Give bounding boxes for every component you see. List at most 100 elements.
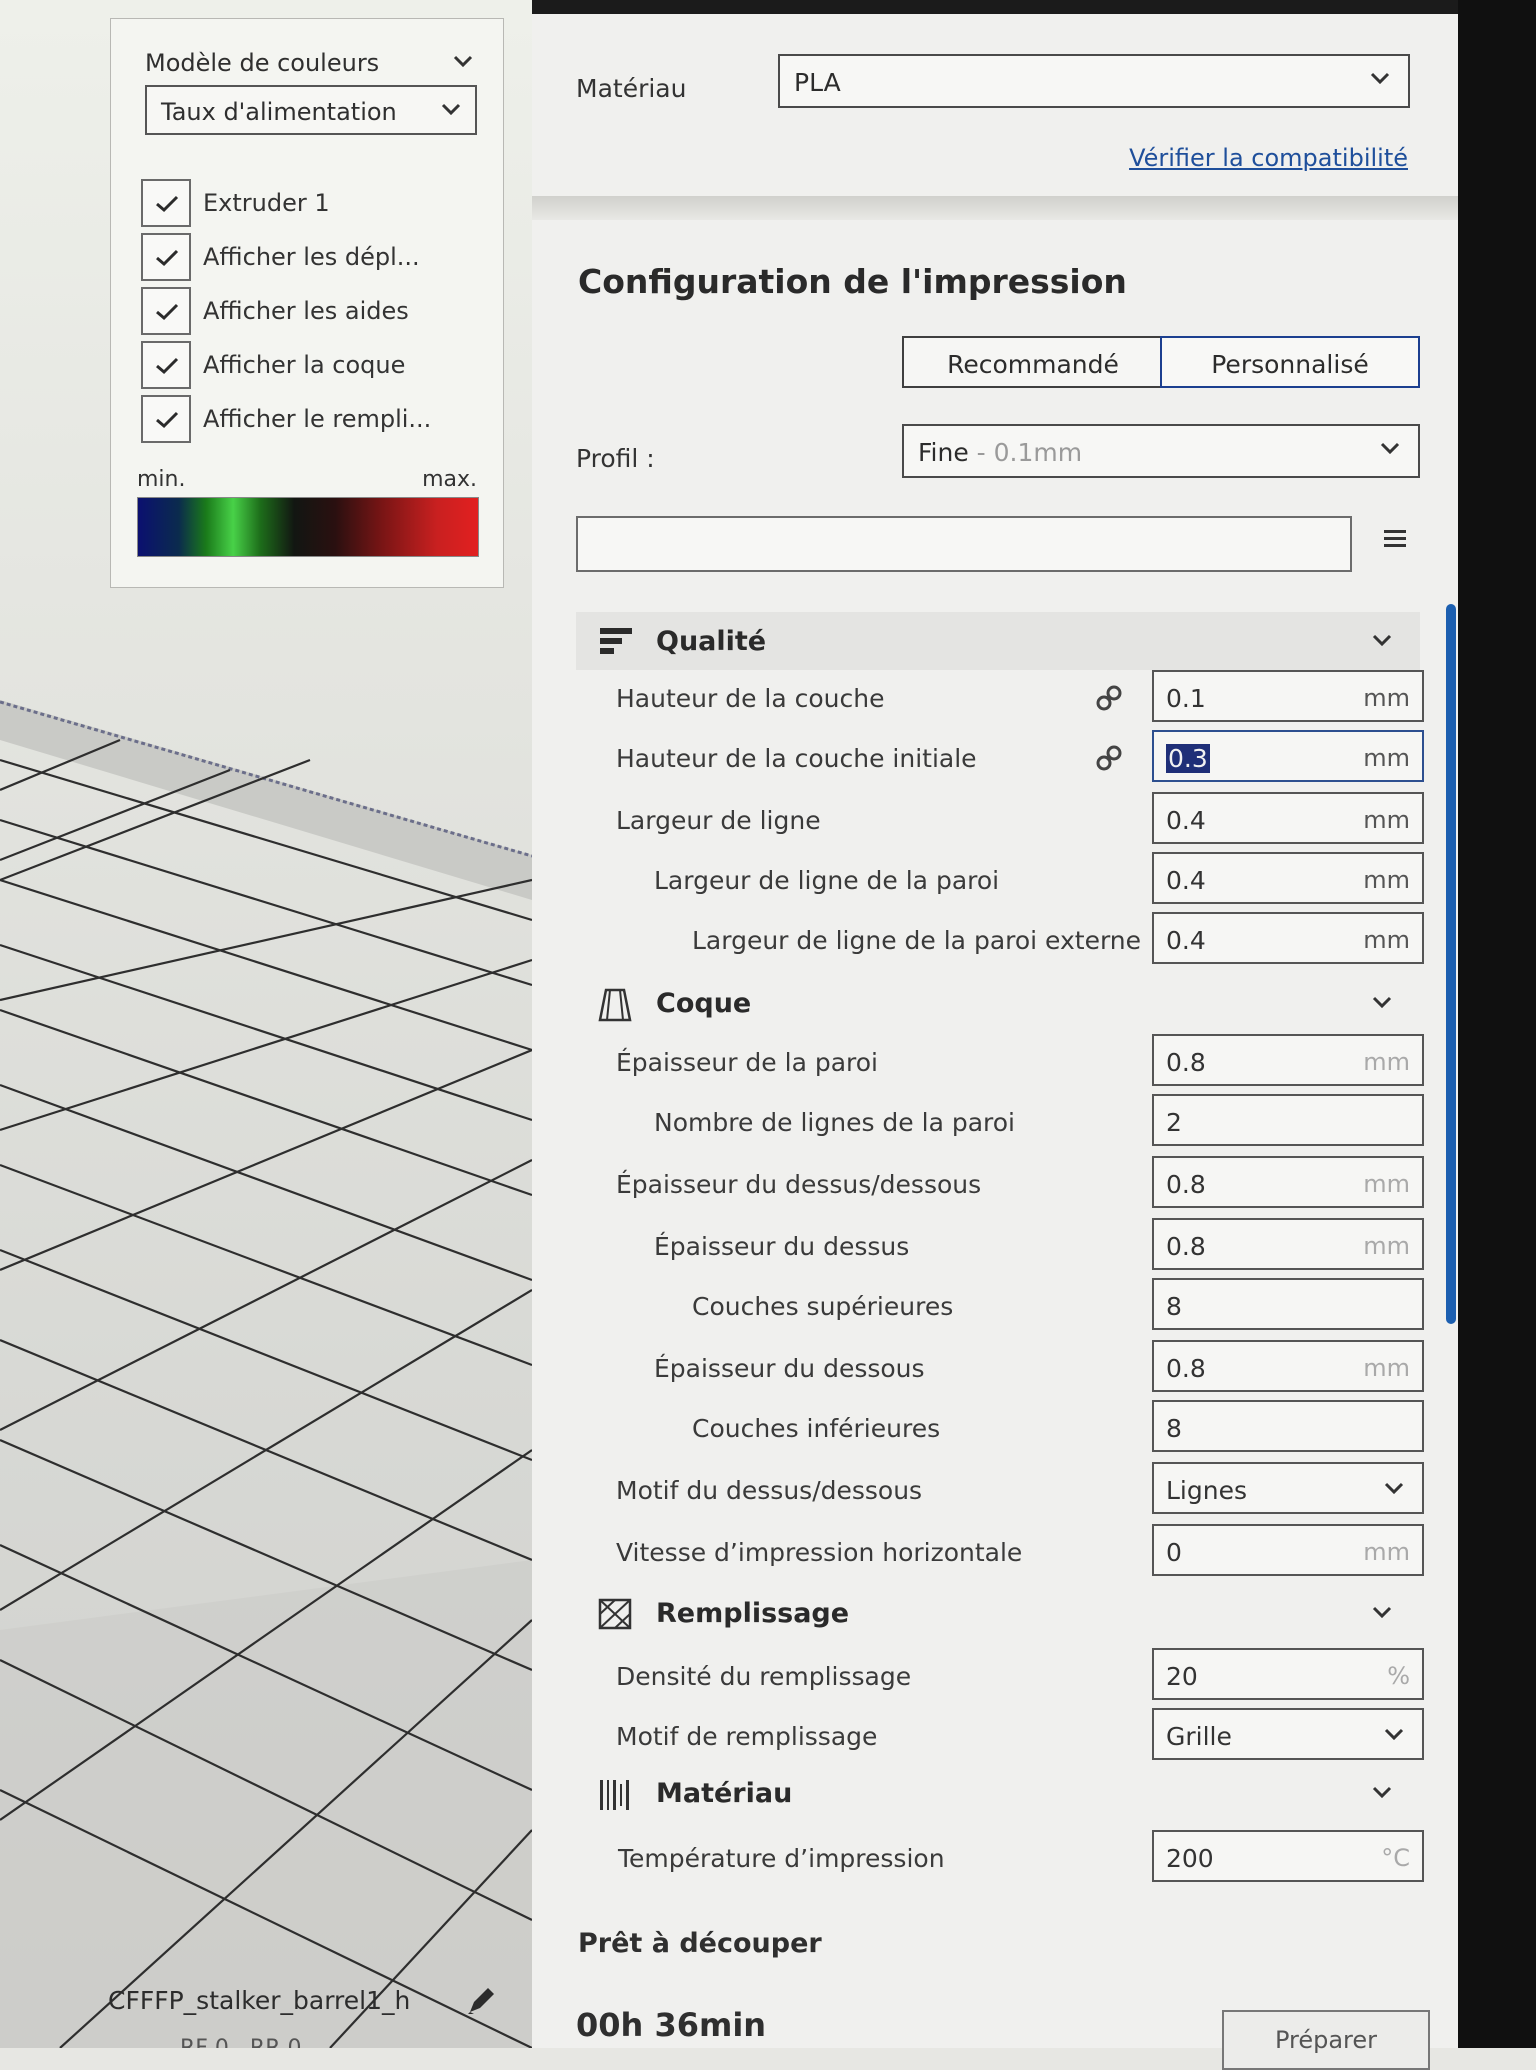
checkbox-show-shell[interactable]: Afficher la coque	[141, 341, 519, 389]
chevron-down-icon	[1372, 1606, 1392, 1618]
tab-label: Personnalisé	[1211, 350, 1369, 379]
setting-label: Motif de remplissage	[616, 1722, 878, 1751]
checkbox-box[interactable]	[141, 395, 191, 443]
section-infill[interactable]: Remplissage	[576, 1584, 1420, 1642]
plate-shade	[0, 1560, 532, 2048]
field-value: Grille	[1166, 1722, 1232, 1751]
bottom-layers-input[interactable]: 8	[1152, 1400, 1424, 1452]
top-layers-input[interactable]: 8	[1152, 1278, 1424, 1330]
checkmark-icon	[156, 411, 179, 429]
material-select[interactable]: PLA	[778, 54, 1410, 108]
line-width-input[interactable]: 0.4 mm	[1152, 792, 1424, 844]
chevron-down-icon	[441, 103, 461, 115]
checkbox-label: Afficher les dépl...	[203, 243, 420, 271]
infill-density-input[interactable]: 20 %	[1152, 1648, 1424, 1700]
chevron-down-icon	[1370, 72, 1390, 84]
checkbox-label: Afficher les aides	[203, 297, 409, 325]
profile-name: Fine	[918, 438, 969, 467]
setting-top-bottom-pattern: Motif du dessus/dessous Lignes	[532, 1462, 1458, 1518]
checkbox-extruder-1[interactable]: Extruder 1	[141, 179, 519, 227]
tab-recommended[interactable]: Recommandé	[902, 336, 1164, 388]
field-value: 0.8	[1166, 1354, 1206, 1383]
field-unit: mm	[1363, 744, 1410, 772]
prepare-button[interactable]: Préparer	[1222, 2010, 1430, 2070]
setting-label: Épaisseur du dessous	[654, 1354, 925, 1383]
menu-icon[interactable]	[1384, 528, 1406, 550]
3d-viewport[interactable]: Modèle de couleurs Taux d'alimentation E…	[0, 0, 532, 2048]
checkbox-box[interactable]	[141, 233, 191, 281]
checkbox-show-infill[interactable]: Afficher le rempli...	[141, 395, 519, 443]
chevron-down-icon[interactable]	[453, 55, 473, 67]
setting-wall-line-width: Largeur de ligne de la paroi 0.4 mm	[532, 852, 1458, 908]
check-compatibility-link[interactable]: Vérifier la compatibilité	[1129, 144, 1408, 172]
field-value: 2	[1166, 1108, 1182, 1137]
plate-rim	[0, 700, 532, 900]
setting-wall-thickness: Épaisseur de la paroi 0.8 mm	[532, 1034, 1458, 1090]
checkbox-box[interactable]	[141, 341, 191, 389]
settings-scrollbar[interactable]	[1446, 604, 1456, 1324]
wall-line-count-input[interactable]: 2	[1152, 1094, 1424, 1146]
section-divider	[532, 196, 1458, 220]
prepare-button-label: Préparer	[1274, 2026, 1378, 2054]
section-title: Remplissage	[656, 1598, 850, 1629]
checkbox-show-travels[interactable]: Afficher les dépl...	[141, 233, 519, 281]
checkmark-icon	[156, 249, 179, 267]
layer-height-input[interactable]: 0.1 mm	[1152, 670, 1424, 722]
field-value: 0.4	[1166, 926, 1206, 955]
slice-status: Prêt à découper	[578, 1928, 822, 1959]
setting-label: Épaisseur du dessus	[654, 1232, 910, 1261]
checkbox-box[interactable]	[141, 287, 191, 335]
wall-thickness-input[interactable]: 0.8 mm	[1152, 1034, 1424, 1086]
setting-label: Épaisseur du dessus/dessous	[616, 1170, 982, 1199]
color-mode-select[interactable]: Taux d'alimentation	[145, 85, 477, 135]
mode-tabs: Recommandé Personnalisé	[902, 336, 1420, 388]
setting-label: Motif du dessus/dessous	[616, 1476, 923, 1505]
pencil-icon[interactable]	[466, 1986, 496, 2016]
tab-label: Recommandé	[947, 350, 1119, 379]
field-unit: mm	[1363, 866, 1410, 894]
top-bottom-pattern-select[interactable]: Lignes	[1152, 1462, 1424, 1514]
infill-pattern-select[interactable]: Grille	[1152, 1708, 1424, 1760]
wall-line-width-input[interactable]: 0.4 mm	[1152, 852, 1424, 904]
checkmark-icon	[156, 357, 179, 375]
profile-select[interactable]: Fine - 0.1mm	[902, 424, 1420, 478]
outer-wall-line-width-input[interactable]: 0.4 mm	[1152, 912, 1424, 964]
section-material[interactable]: Matériau	[576, 1764, 1420, 1822]
horizontal-speed-input[interactable]: 0 mm	[1152, 1524, 1424, 1576]
link-icon[interactable]	[1094, 744, 1124, 772]
field-value: 0.4	[1166, 806, 1206, 835]
section-shell[interactable]: Coque	[576, 974, 1420, 1032]
settings-search-input[interactable]	[576, 516, 1352, 572]
field-value: 8	[1166, 1414, 1182, 1443]
material-label: Matériau	[576, 74, 687, 103]
link-icon[interactable]	[1094, 684, 1124, 712]
print-temperature-input[interactable]: 200 °C	[1152, 1830, 1424, 1882]
print-time: 00h 36min	[576, 2006, 767, 2044]
setting-bottom-layers: Couches inférieures 8	[532, 1400, 1458, 1456]
checkbox-box[interactable]	[141, 179, 191, 227]
field-value: Lignes	[1166, 1476, 1247, 1505]
tab-custom[interactable]: Personnalisé	[1160, 336, 1420, 388]
setting-infill-density: Densité du remplissage 20 %	[532, 1648, 1458, 1704]
color-legend-panel: Modèle de couleurs Taux d'alimentation E…	[110, 18, 504, 588]
top-bottom-thickness-input[interactable]: 0.8 mm	[1152, 1156, 1424, 1208]
field-unit: mm	[1363, 1354, 1410, 1382]
screen-bezel	[1458, 0, 1536, 2048]
setting-outer-wall-line-width: Largeur de ligne de la paroi externe 0.4…	[532, 912, 1458, 968]
setting-label: Couches inférieures	[692, 1414, 941, 1443]
setting-bottom-thickness: Épaisseur du dessous 0.8 mm	[532, 1340, 1458, 1396]
top-thickness-input[interactable]: 0.8 mm	[1152, 1218, 1424, 1270]
color-gradient-bar	[137, 497, 479, 557]
section-title: Coque	[656, 988, 752, 1019]
setting-label: Hauteur de la couche	[616, 684, 885, 713]
material-filament-icon	[600, 1780, 629, 1810]
print-setup-title: Configuration de l'impression	[578, 262, 1127, 301]
object-file-name: CFFFP_stalker_barrel1_h	[108, 1986, 411, 2015]
section-quality[interactable]: Qualité	[576, 612, 1420, 670]
setting-label: Hauteur de la couche initiale	[616, 744, 977, 773]
initial-layer-height-input[interactable]: 0.3 mm	[1152, 730, 1424, 782]
checkbox-show-helpers[interactable]: Afficher les aides	[141, 287, 519, 335]
bottom-thickness-input[interactable]: 0.8 mm	[1152, 1340, 1424, 1392]
field-unit: mm	[1363, 926, 1410, 954]
checkbox-label: Afficher le rempli...	[203, 405, 432, 433]
